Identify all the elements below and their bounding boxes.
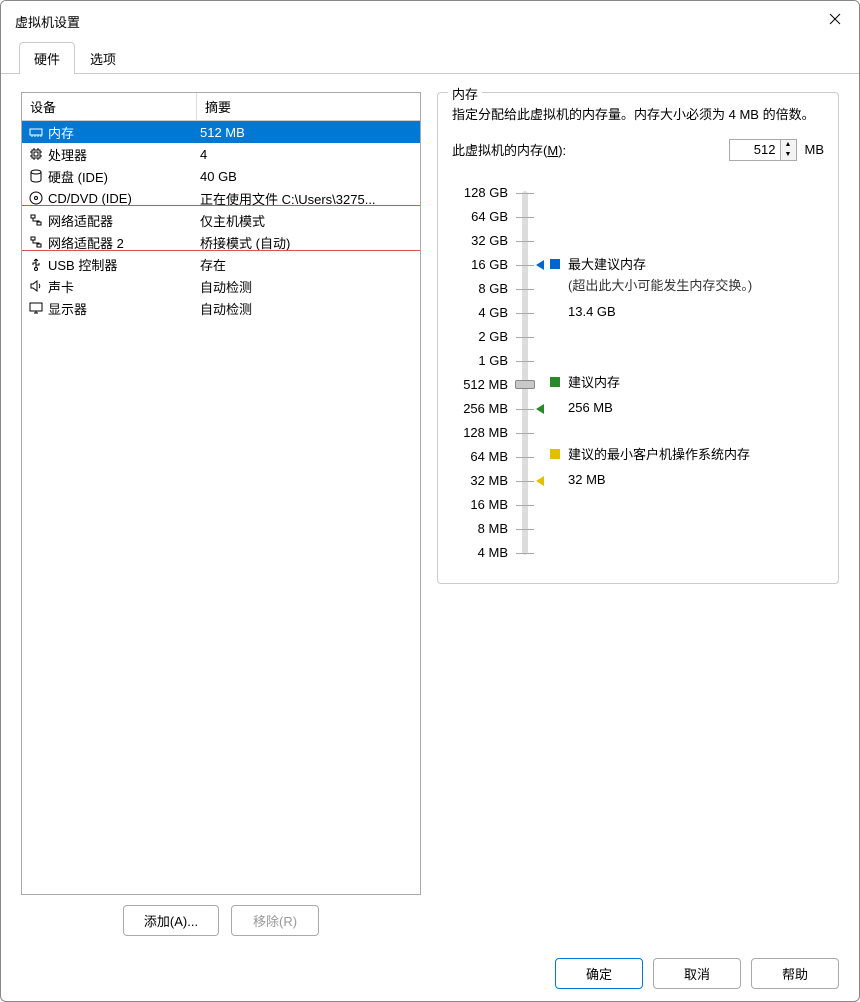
net-icon [28, 234, 44, 250]
table-row[interactable]: 显示器自动检测 [22, 297, 420, 319]
slider-tick-label: 1 GB [452, 349, 508, 373]
close-icon[interactable] [825, 8, 845, 34]
device-summary: 4 [196, 147, 420, 162]
memory-spin-up[interactable]: ▲ [781, 140, 796, 150]
table-row[interactable]: 处理器4 [22, 143, 420, 165]
disk-icon [28, 168, 44, 184]
slider-tick [516, 457, 534, 458]
net-icon [28, 212, 44, 228]
device-summary: 正在使用文件 C:\Users\3275... [196, 189, 420, 208]
memory-description: 指定分配给此虚拟机的内存量。内存大小必须为 4 MB 的倍数。 [452, 105, 824, 125]
legend-max: 最大建议内存 (超出此大小可能发生内存交换。) 13.4 GB [568, 255, 752, 322]
table-row[interactable]: USB 控制器存在 [22, 253, 420, 275]
legend-square-green-icon [550, 377, 560, 387]
tab-options[interactable]: 选项 [75, 42, 131, 74]
table-row[interactable]: 硬盘 (IDE)40 GB [22, 165, 420, 187]
recommended-memory-marker-icon [536, 404, 544, 414]
slider-tick [516, 241, 534, 242]
sound-icon [28, 278, 44, 294]
device-summary: 桥接模式 (自动) [196, 233, 420, 252]
slider-tick [516, 529, 534, 530]
slider-tick [516, 313, 534, 314]
slider-tick-label: 32 MB [452, 469, 508, 493]
slider-tick-label: 16 GB [452, 253, 508, 277]
slider-tick-label: 64 MB [452, 445, 508, 469]
slider-tick [516, 265, 534, 266]
device-summary: 40 GB [196, 169, 420, 184]
help-button[interactable]: 帮助 [751, 958, 839, 989]
device-summary: 512 MB [196, 125, 420, 140]
slider-tick [516, 433, 534, 434]
slider-tick-label: 8 MB [452, 517, 508, 541]
legend-recommended: 建议内存 256 MB [568, 373, 620, 418]
remove-button[interactable]: 移除(R) [231, 905, 319, 936]
device-name: 显示器 [48, 299, 196, 318]
memory-unit: MB [805, 142, 825, 157]
window-title: 虚拟机设置 [15, 12, 80, 31]
add-button[interactable]: 添加(A)... [123, 905, 219, 936]
slider-tick [516, 193, 534, 194]
cancel-button[interactable]: 取消 [653, 958, 741, 989]
slider-tick [516, 361, 534, 362]
device-name: 内存 [48, 123, 196, 142]
column-header-device[interactable]: 设备 [22, 93, 197, 120]
slider-tick-label: 2 GB [452, 325, 508, 349]
slider-tick-label: 128 GB [452, 181, 508, 205]
ok-button[interactable]: 确定 [555, 958, 643, 989]
slider-tick [516, 217, 534, 218]
memory-group: 内存 指定分配给此虚拟机的内存量。内存大小必须为 4 MB 的倍数。 此虚拟机的… [437, 92, 839, 584]
device-name: CD/DVD (IDE) [48, 191, 196, 206]
cpu-icon [28, 146, 44, 162]
device-name: 处理器 [48, 145, 196, 164]
memory-spin-down[interactable]: ▼ [781, 150, 796, 160]
legend-square-yellow-icon [550, 449, 560, 459]
device-table: 设备 摘要 内存512 MB处理器4硬盘 (IDE)40 GBCD/DVD (I… [21, 92, 421, 895]
device-name: USB 控制器 [48, 255, 196, 274]
slider-tick-label: 4 MB [452, 541, 508, 565]
cd-icon [28, 190, 44, 206]
device-summary: 仅主机模式 [196, 211, 420, 230]
memory-slider-thumb[interactable] [515, 380, 535, 389]
device-summary: 自动检测 [196, 277, 420, 296]
legend-min: 建议的最小客户机操作系统内存 32 MB [568, 445, 750, 490]
device-name: 网络适配器 2 [48, 233, 196, 252]
device-summary: 存在 [196, 255, 420, 274]
table-row[interactable]: 网络适配器 2桥接模式 (自动) [22, 231, 420, 253]
slider-tick-label: 4 GB [452, 301, 508, 325]
slider-tick-label: 32 GB [452, 229, 508, 253]
table-row[interactable]: 声卡自动检测 [22, 275, 420, 297]
slider-tick [516, 337, 534, 338]
memory-input[interactable] [730, 140, 780, 160]
slider-tick [516, 289, 534, 290]
tab-hardware[interactable]: 硬件 [19, 42, 75, 74]
usb-icon [28, 256, 44, 272]
slider-tick-label: 16 MB [452, 493, 508, 517]
slider-tick-label: 512 MB [452, 373, 508, 397]
slider-tick [516, 553, 534, 554]
table-row[interactable]: 网络适配器仅主机模式 [22, 209, 420, 231]
slider-tick-label: 64 GB [452, 205, 508, 229]
slider-tick-label: 128 MB [452, 421, 508, 445]
memory-group-title: 内存 [448, 84, 482, 103]
device-name: 网络适配器 [48, 211, 196, 230]
device-name: 硬盘 (IDE) [48, 167, 196, 186]
max-memory-marker-icon [536, 260, 544, 270]
table-row[interactable]: 内存512 MB [22, 121, 420, 143]
memory-input-label: 此虚拟机的内存(M): [452, 140, 566, 159]
slider-tick [516, 505, 534, 506]
device-name: 声卡 [48, 277, 196, 296]
slider-tick-label: 8 GB [452, 277, 508, 301]
memory-icon [28, 124, 44, 140]
legend-square-blue-icon [550, 259, 560, 269]
display-icon [28, 300, 44, 316]
min-memory-marker-icon [536, 476, 544, 486]
slider-tick-label: 256 MB [452, 397, 508, 421]
column-header-summary[interactable]: 摘要 [197, 93, 420, 120]
device-summary: 自动检测 [196, 299, 420, 318]
table-row[interactable]: CD/DVD (IDE)正在使用文件 C:\Users\3275... [22, 187, 420, 209]
slider-tick [516, 409, 534, 410]
slider-tick [516, 481, 534, 482]
memory-slider[interactable] [512, 181, 546, 565]
